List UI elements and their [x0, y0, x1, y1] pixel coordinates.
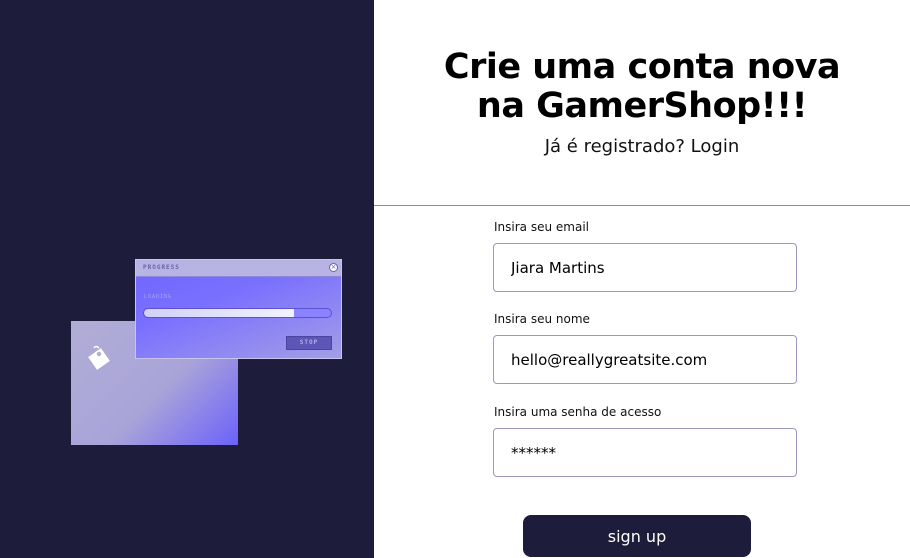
name-label: Insira seu nome: [494, 312, 590, 326]
progress-window-title: PROGRESS: [143, 264, 180, 271]
progress-window-titlebar: PROGRESS ×: [136, 260, 341, 277]
divider: [374, 205, 910, 206]
page-title-line-1: Crie uma conta nova: [443, 47, 841, 87]
progress-bar: [143, 308, 332, 318]
password-label: Insira uma senha de acesso: [494, 405, 662, 419]
left-illustration-panel: PROGRESS × LOADING STOP: [0, 0, 374, 558]
login-link[interactable]: Já é registrado? Login: [374, 136, 910, 157]
email-label: Insira seu email: [494, 220, 589, 234]
progress-status-text: LOADING: [144, 294, 173, 300]
progress-window: PROGRESS × LOADING STOP: [135, 259, 342, 359]
tag-icon: [88, 345, 110, 370]
close-icon: ×: [329, 263, 338, 272]
page-title: Crie uma conta nova na GamerShop!!!: [374, 48, 910, 126]
name-field[interactable]: [493, 335, 797, 384]
page-title-line-2: na GamerShop!!!: [476, 86, 808, 126]
progress-bar-fill: [144, 309, 294, 317]
stop-button: STOP: [286, 336, 332, 350]
sign-up-button[interactable]: sign up: [523, 515, 751, 557]
email-field[interactable]: [493, 243, 797, 292]
password-field[interactable]: [493, 428, 797, 477]
